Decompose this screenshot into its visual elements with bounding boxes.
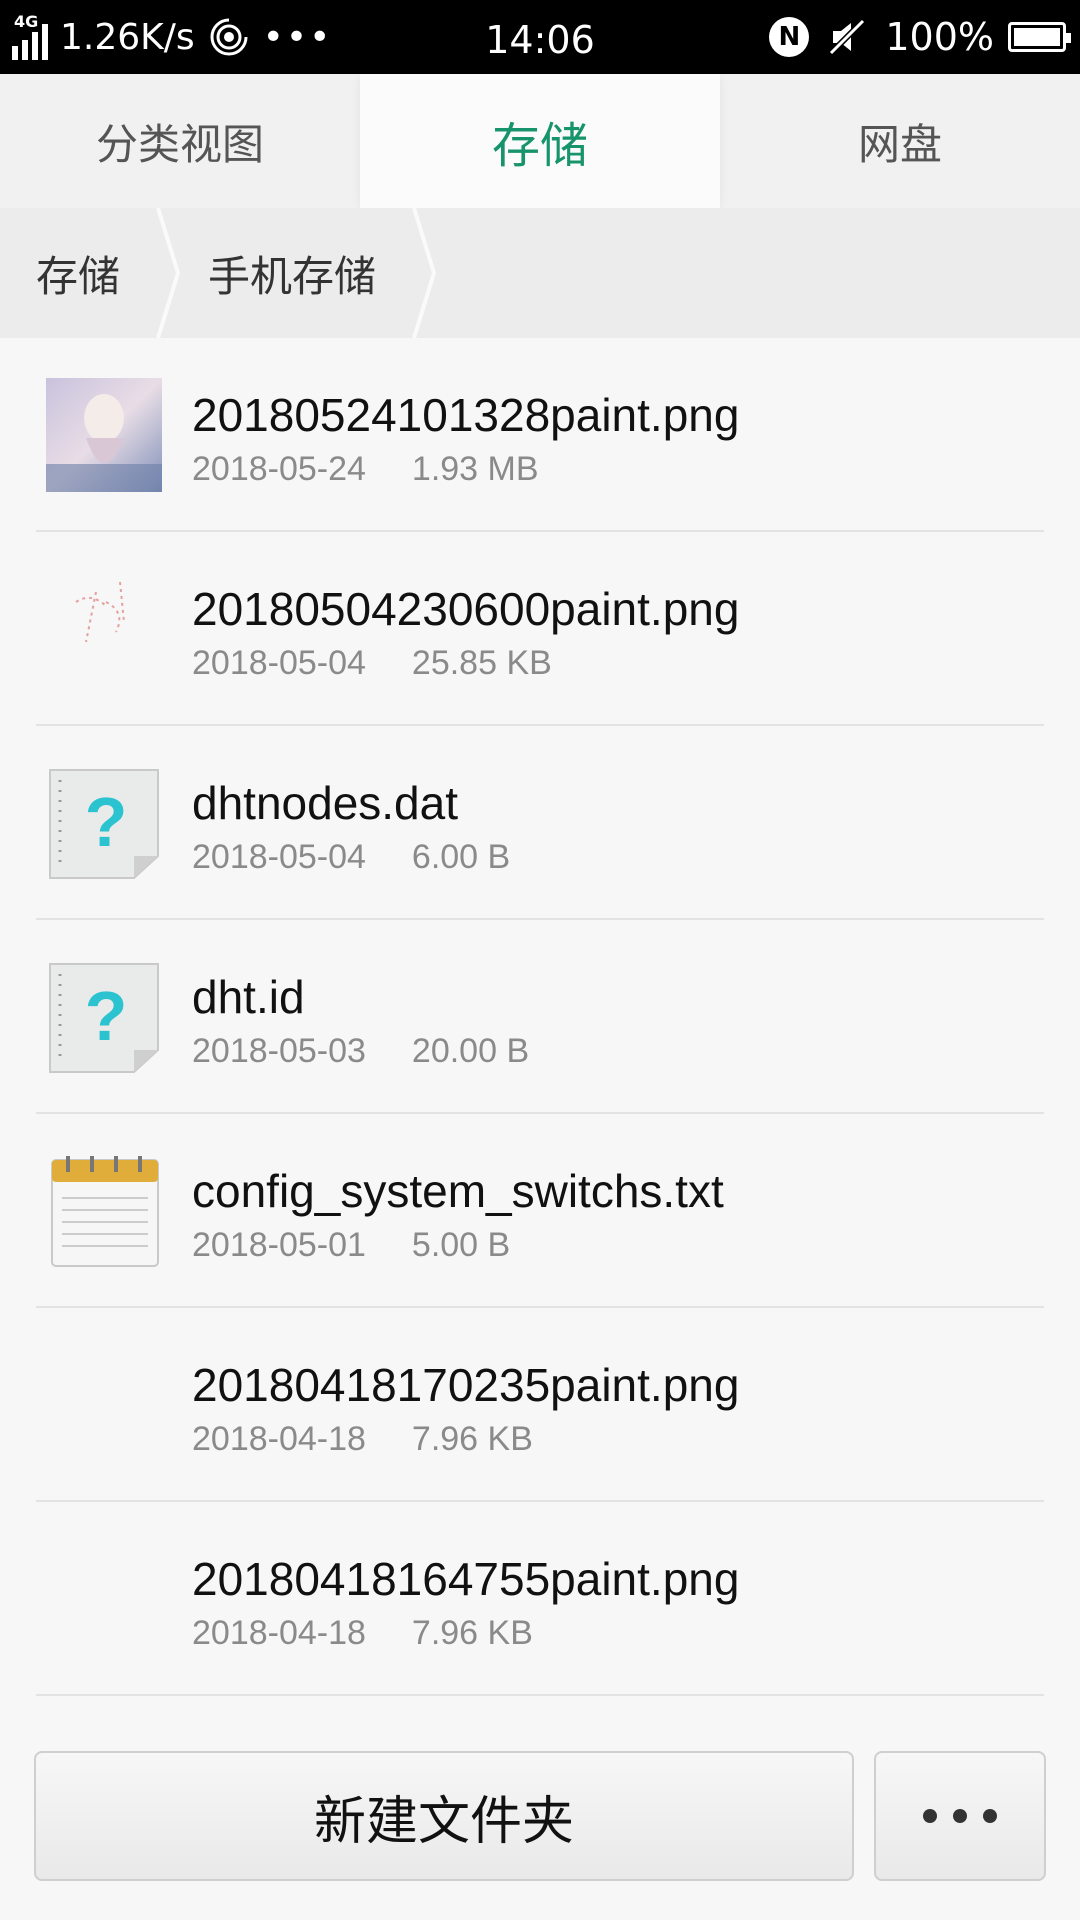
- file-size: 6.00 B: [411, 838, 511, 876]
- file-size: 7.96 KB: [411, 1420, 533, 1458]
- more-options-button[interactable]: [874, 1751, 1046, 1881]
- file-date: 2018-04-18: [192, 1420, 366, 1458]
- file-name: config_system_switchs.txt: [192, 1165, 724, 1217]
- more-dot-icon: [983, 1809, 997, 1823]
- divider: [36, 1694, 1044, 1696]
- file-meta: 2018-05-04 6.00 B: [192, 838, 556, 877]
- new-folder-button[interactable]: 新建文件夹: [34, 1751, 854, 1881]
- battery-icon: [1008, 22, 1071, 52]
- file-date: 2018-05-01: [192, 1226, 366, 1264]
- breadcrumb-separator-icon: [156, 208, 182, 338]
- file-date: 2018-04-18: [192, 1614, 366, 1652]
- file-name: 20180524101328paint.png: [192, 389, 740, 441]
- tab-category-view[interactable]: 分类视图: [0, 74, 360, 208]
- more-dot-icon: [953, 1809, 967, 1823]
- status-bar: 4G 1.26K/s ••• 14:06 N 100%: [0, 0, 1080, 74]
- file-row[interactable]: 20180504230600paint.png 2018-05-04 25.85 …: [0, 532, 1080, 726]
- file-size: 1.93 MB: [411, 450, 539, 488]
- file-date: 2018-05-03: [192, 1032, 366, 1070]
- file-size: 5.00 B: [411, 1226, 511, 1264]
- mute-icon: [829, 18, 866, 56]
- file-name: dhtnodes.dat: [192, 777, 459, 829]
- tab-storage[interactable]: 存储: [360, 74, 720, 208]
- breadcrumb-separator-icon: [412, 208, 438, 338]
- file-date: 2018-05-04: [192, 644, 366, 682]
- file-name: dht.id: [192, 971, 305, 1023]
- more-dot-icon: [923, 1809, 937, 1823]
- file-name: 20180418170235paint.png: [192, 1359, 740, 1411]
- tab-bar: 分类视图 存储 网盘: [0, 74, 1080, 208]
- file-row[interactable]: config_system_switchs.txt 2018-05-01 5.00…: [0, 1114, 1080, 1308]
- battery-level: 100%: [885, 15, 994, 59]
- file-row[interactable]: 20180418164755paint.png 2018-04-18 7.96 K…: [0, 1502, 1080, 1696]
- unknown-file-icon: ?: [49, 963, 159, 1073]
- file-meta: 2018-05-01 5.00 B: [192, 1226, 556, 1265]
- file-row[interactable]: ? dhtnodes.dat 2018-05-04 6.00 B: [0, 726, 1080, 920]
- svg-text:?: ?: [85, 977, 128, 1055]
- file-row[interactable]: ? dht.id 2018-05-03 20.00 B: [0, 920, 1080, 1114]
- unknown-file-icon: ?: [49, 769, 159, 879]
- file-name: 20180418164755paint.png: [192, 1553, 740, 1605]
- blank-thumbnail: [46, 1348, 162, 1462]
- breadcrumb-storage[interactable]: 存储: [0, 208, 156, 338]
- file-size: 25.85 KB: [411, 644, 552, 682]
- image-thumbnail: [46, 378, 162, 492]
- tab-cloud-drive[interactable]: 网盘: [720, 74, 1080, 208]
- file-row[interactable]: 20180524101328paint.png 2018-05-24 1.93 M…: [0, 338, 1080, 532]
- breadcrumb: 存储 手机存储: [0, 208, 1080, 338]
- nfc-icon: N: [769, 17, 810, 57]
- breadcrumb-phone-storage[interactable]: 手机存储: [182, 208, 412, 338]
- file-list: 20180524101328paint.png 2018-05-24 1.93 M…: [0, 338, 1080, 1696]
- file-meta: 2018-04-18 7.96 KB: [192, 1420, 579, 1459]
- file-meta: 2018-04-18 7.96 KB: [192, 1614, 579, 1653]
- file-row[interactable]: 20180418170235paint.png 2018-04-18 7.96 K…: [0, 1308, 1080, 1502]
- svg-text:?: ?: [85, 783, 128, 861]
- file-date: 2018-05-04: [192, 838, 366, 876]
- file-meta: 2018-05-24 1.93 MB: [192, 450, 585, 489]
- file-size: 7.96 KB: [411, 1614, 533, 1652]
- file-meta: 2018-05-04 25.85 KB: [192, 644, 598, 683]
- file-meta: 2018-05-03 20.00 B: [192, 1032, 575, 1071]
- file-size: 20.00 B: [411, 1032, 530, 1070]
- notepad-icon: [51, 1156, 159, 1267]
- blank-thumbnail: [46, 1542, 162, 1656]
- sketch-thumbnail: [75, 581, 125, 643]
- file-name: 20180504230600paint.png: [192, 583, 740, 635]
- file-date: 2018-05-24: [192, 450, 366, 488]
